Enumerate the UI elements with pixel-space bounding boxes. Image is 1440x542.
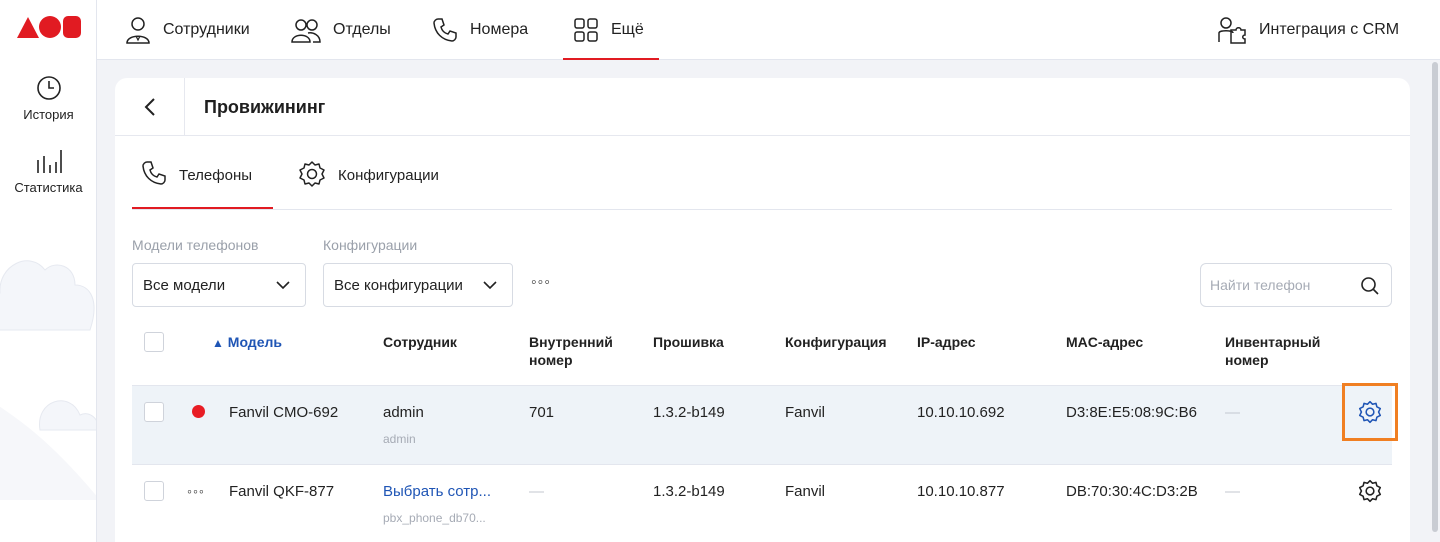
select-employee-link[interactable]: Выбрать сотр... [383, 483, 491, 500]
chevron-down-icon [276, 281, 290, 290]
row-checkbox[interactable] [144, 481, 164, 501]
nav-label: Отделы [333, 21, 391, 38]
tab-label: Телефоны [179, 167, 253, 184]
table-row[interactable] [132, 386, 1392, 465]
phone-icon [433, 18, 457, 42]
cell-ip: 10.10.10.877 [917, 483, 1005, 500]
phone-icon [142, 161, 166, 185]
bar-chart-icon [36, 150, 62, 173]
sidebar-item-history[interactable]: История [0, 75, 96, 122]
card-header: Провижининг [115, 78, 1410, 136]
select-all-checkbox[interactable] [144, 332, 164, 352]
cell-firmware: 1.3.2-b149 [653, 404, 725, 421]
cell-inventory: — [1225, 404, 1240, 421]
tabs-divider [132, 209, 1392, 210]
nav-numbers[interactable]: Номера [432, 0, 528, 60]
row-settings-button[interactable] [1342, 383, 1398, 441]
column-header-inventory[interactable]: Инвентарный номер [1225, 333, 1335, 369]
cell-model: Fanvil CMO-692 [229, 404, 339, 421]
nav-label: Ещё [611, 21, 644, 38]
nav-label: Сотрудники [163, 21, 250, 38]
filter-models-label: Модели телефонов [132, 237, 259, 253]
users-group-icon [291, 19, 321, 43]
cell-ext: 701 [529, 404, 555, 421]
column-header-model[interactable]: ▲ Модель [212, 333, 282, 352]
page-scrollbar[interactable] [1432, 62, 1438, 532]
cell-employee-sub: pbx_phone_db70... [383, 511, 486, 525]
more-filters-button[interactable]: ◦◦◦ [531, 274, 551, 292]
tab-phones[interactable]: Телефоны [141, 158, 252, 210]
back-button[interactable] [115, 78, 185, 136]
chevron-down-icon [483, 281, 497, 290]
cell-config: Fanvil [785, 404, 826, 421]
search-input[interactable] [1201, 264, 1351, 306]
column-header-employee[interactable]: Сотрудник [383, 333, 457, 351]
active-tab-indicator [132, 207, 273, 209]
nav-departments[interactable]: Отделы [291, 0, 391, 60]
tab-label: Конфигурации [338, 167, 439, 184]
page-title: Провижининг [204, 97, 326, 117]
top-navigation: Сотрудники Отделы Номера Ещё Интеграция … [97, 0, 1440, 60]
column-header-label: Модель [227, 334, 282, 350]
grid-icon [574, 18, 598, 42]
models-select-value: Все модели [143, 276, 226, 294]
sidebar-item-label: История [23, 107, 74, 122]
chevron-left-icon [144, 98, 155, 116]
cell-employee-sub: admin [383, 432, 416, 446]
sidebar: История Статистика [0, 0, 97, 542]
nav-label: Интеграция с CRM [1259, 21, 1400, 38]
search-icon[interactable] [1360, 276, 1380, 296]
column-header-ext[interactable]: Внутренний номер [529, 333, 629, 369]
puzzle-user-icon [1218, 17, 1246, 44]
column-header-ip[interactable]: IP-адрес [917, 333, 976, 351]
gear-icon [1358, 400, 1382, 424]
sidebar-item-statistics[interactable]: Статистика [0, 148, 96, 195]
cell-employee: admin [383, 404, 424, 421]
cloud-decoration-icon [0, 400, 96, 500]
cell-model: Fanvil QKF-877 [229, 483, 335, 500]
row-checkbox[interactable] [144, 402, 164, 422]
status-offline-indicator [192, 405, 205, 418]
status-more-icon: ◦◦◦ [187, 483, 205, 499]
provisioning-card: Провижининг Телефоны Конфигурации Модели… [115, 78, 1410, 542]
column-header-mac[interactable]: MAC-адрес [1066, 333, 1143, 351]
cell-mac: DB:70:30:4C:D3:2B [1066, 483, 1198, 500]
column-header-firmware[interactable]: Прошивка [653, 333, 724, 351]
sidebar-item-label: Статистика [14, 180, 83, 195]
cell-ext: — [529, 483, 544, 500]
configs-select[interactable]: Все конфигурации [323, 263, 513, 307]
logo[interactable] [17, 14, 81, 40]
nav-employees[interactable]: Сотрудники [125, 0, 250, 60]
gear-icon [299, 161, 325, 187]
cell-config: Fanvil [785, 483, 826, 500]
clock-icon [36, 76, 61, 100]
table-row[interactable] [132, 465, 1392, 542]
tab-configurations[interactable]: Конфигурации [298, 158, 439, 210]
cell-inventory: — [1225, 483, 1240, 500]
cell-ip: 10.10.10.692 [917, 404, 1005, 421]
nav-more[interactable]: Ещё [563, 0, 659, 60]
cell-mac: D3:8E:E5:08:9C:B6 [1066, 404, 1197, 421]
configs-select-value: Все конфигурации [334, 276, 463, 294]
search-box [1200, 263, 1392, 307]
column-header-config[interactable]: Конфигурация [785, 333, 887, 351]
cell-firmware: 1.3.2-b149 [653, 483, 725, 500]
cloud-decoration-icon [0, 260, 95, 331]
gear-icon [1358, 479, 1382, 503]
nav-crm-integration[interactable]: Интеграция с CRM [1217, 0, 1399, 60]
models-select[interactable]: Все модели [132, 263, 306, 307]
nav-label: Номера [470, 21, 529, 38]
filter-configs-label: Конфигурации [323, 237, 418, 253]
row-settings-button[interactable] [1342, 462, 1398, 520]
user-icon [126, 17, 150, 44]
sort-asc-icon: ▲ [212, 336, 224, 350]
